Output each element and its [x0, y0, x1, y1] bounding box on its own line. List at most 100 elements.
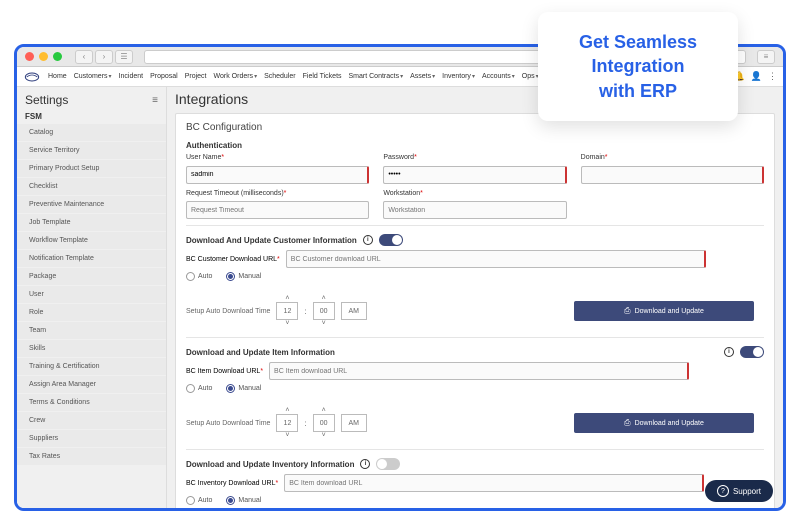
- sidebar-item[interactable]: Catalog: [17, 124, 166, 141]
- info-icon[interactable]: i: [360, 459, 370, 469]
- maximize-dot[interactable]: [53, 52, 62, 61]
- auth-section-title: Authentication: [186, 141, 764, 150]
- card-title: BC Configuration: [186, 122, 764, 133]
- nav-home[interactable]: Home: [48, 73, 67, 80]
- kebab-icon[interactable]: ⋮: [768, 71, 777, 82]
- sidebar-item[interactable]: Skills: [17, 340, 166, 357]
- username-label: User Name*: [186, 154, 369, 161]
- nav-proposal[interactable]: Proposal: [150, 73, 178, 80]
- info-icon[interactable]: i: [363, 235, 373, 245]
- sidebar-item[interactable]: User: [17, 286, 166, 303]
- workstation-label: Workstation*: [383, 190, 566, 197]
- app-logo-icon[interactable]: [23, 70, 41, 84]
- customer-mm[interactable]: 00: [313, 302, 335, 320]
- sidebar-item[interactable]: Team: [17, 322, 166, 339]
- customer-ampm[interactable]: AM: [341, 302, 367, 320]
- nav-inventory[interactable]: Inventory: [442, 73, 475, 80]
- nav-customers[interactable]: Customers: [74, 73, 112, 80]
- nav-incident[interactable]: Incident: [119, 73, 144, 80]
- sidebar-item[interactable]: Service Territory: [17, 142, 166, 159]
- back-button[interactable]: ‹: [75, 50, 93, 64]
- username-input[interactable]: [186, 166, 369, 184]
- customer-url-label: BC Customer Download URL*: [186, 256, 280, 263]
- inv-radio-manual[interactable]: Manual: [226, 496, 261, 505]
- hh-up[interactable]: ˄: [285, 407, 289, 414]
- timeout-label: Request Timeout (milliseconds)*: [186, 190, 369, 197]
- item-radio-auto[interactable]: Auto: [186, 384, 212, 393]
- inv-toggle[interactable]: [376, 458, 400, 470]
- item-url-label: BC Item Download URL*: [186, 368, 263, 375]
- item-download-button[interactable]: Download and Update: [574, 413, 754, 433]
- sidebar-item[interactable]: Package: [17, 268, 166, 285]
- item-mm[interactable]: 00: [313, 414, 335, 432]
- hh-down[interactable]: ˅: [285, 320, 289, 327]
- inv-url-input[interactable]: [284, 474, 704, 492]
- mm-up[interactable]: ˄: [322, 407, 326, 414]
- customer-time-label: Setup Auto Download Time: [186, 308, 270, 315]
- erp-callout: Get Seamless Integration with ERP: [538, 12, 738, 121]
- customer-toggle[interactable]: [379, 234, 403, 246]
- domain-input[interactable]: [581, 166, 764, 184]
- nav-ops[interactable]: Ops: [522, 73, 539, 80]
- inv-section-title: Download and Update Inventory Informatio…: [186, 458, 764, 470]
- sidebar-item[interactable]: Workflow Template: [17, 232, 166, 249]
- user-icon[interactable]: 👤: [751, 71, 762, 82]
- main-content: Integrations BC Configuration Authentica…: [167, 87, 783, 508]
- inv-url-label: BC Inventory Download URL*: [186, 480, 278, 487]
- password-input[interactable]: [383, 166, 566, 184]
- domain-label: Domain*: [581, 154, 764, 161]
- item-toggle[interactable]: [740, 346, 764, 358]
- nav-smartcontracts[interactable]: Smart Contracts: [349, 73, 404, 80]
- forward-button[interactable]: ›: [95, 50, 113, 64]
- password-label: Password*: [383, 154, 566, 161]
- sidebar-item[interactable]: Notification Template: [17, 250, 166, 267]
- item-url-input[interactable]: [269, 362, 689, 380]
- nav-fieldtickets[interactable]: Field Tickets: [303, 73, 342, 80]
- hh-down[interactable]: ˅: [285, 432, 289, 439]
- nav-assets[interactable]: Assets: [410, 73, 435, 80]
- customer-radio-manual[interactable]: Manual: [226, 272, 261, 281]
- sidebar-item[interactable]: Tax Rates: [17, 448, 166, 465]
- sidebar-item[interactable]: Training & Certification: [17, 358, 166, 375]
- customer-radio-auto[interactable]: Auto: [186, 272, 212, 281]
- close-dot[interactable]: [25, 52, 34, 61]
- callout-line: Integration: [592, 56, 685, 76]
- sidebar-item[interactable]: Preventive Maintenance: [17, 196, 166, 213]
- mm-down[interactable]: ˅: [322, 432, 326, 439]
- extra-button[interactable]: ☰: [115, 50, 133, 64]
- sidebar-item[interactable]: Assign Area Manager: [17, 376, 166, 393]
- item-ampm[interactable]: AM: [341, 414, 367, 432]
- minimize-dot[interactable]: [39, 52, 48, 61]
- sidebar-item[interactable]: Crew: [17, 412, 166, 429]
- customer-section-title: Download And Update Customer Information…: [186, 234, 764, 246]
- sidebar-item[interactable]: Suppliers: [17, 430, 166, 447]
- timeout-input[interactable]: [186, 201, 369, 219]
- callout-line: Get Seamless: [579, 32, 697, 52]
- support-button[interactable]: Support: [705, 480, 773, 502]
- info-icon[interactable]: i: [724, 347, 734, 357]
- inv-radio-auto[interactable]: Auto: [186, 496, 212, 505]
- sidebar-item[interactable]: Job Template: [17, 214, 166, 231]
- nav-accounts[interactable]: Accounts: [482, 73, 515, 80]
- item-hh[interactable]: 12: [276, 414, 298, 432]
- sidebar-item[interactable]: Terms & Conditions: [17, 394, 166, 411]
- hh-up[interactable]: ˄: [285, 295, 289, 302]
- sidebar-item[interactable]: Primary Product Setup: [17, 160, 166, 177]
- customer-download-button[interactable]: Download and Update: [574, 301, 754, 321]
- nav-project[interactable]: Project: [185, 73, 207, 80]
- sidebar-collapse-icon[interactable]: ≡: [152, 95, 158, 106]
- nav-buttons: ‹ › ☰: [75, 50, 133, 64]
- workstation-input[interactable]: [383, 201, 566, 219]
- sidebar-item[interactable]: Checklist: [17, 178, 166, 195]
- item-radio-manual[interactable]: Manual: [226, 384, 261, 393]
- sidebar-item[interactable]: Role: [17, 304, 166, 321]
- settings-sidebar: Settings ≡ FSM CatalogService TerritoryP…: [17, 87, 167, 508]
- mm-up[interactable]: ˄: [322, 295, 326, 302]
- mm-down[interactable]: ˅: [322, 320, 326, 327]
- customer-hh[interactable]: 12: [276, 302, 298, 320]
- bc-config-card: BC Configuration Authentication User Nam…: [175, 113, 775, 508]
- nav-scheduler[interactable]: Scheduler: [264, 73, 296, 80]
- nav-workorders[interactable]: Work Orders: [214, 73, 258, 80]
- browser-menu[interactable]: ≡: [757, 50, 775, 64]
- customer-url-input[interactable]: [286, 250, 706, 268]
